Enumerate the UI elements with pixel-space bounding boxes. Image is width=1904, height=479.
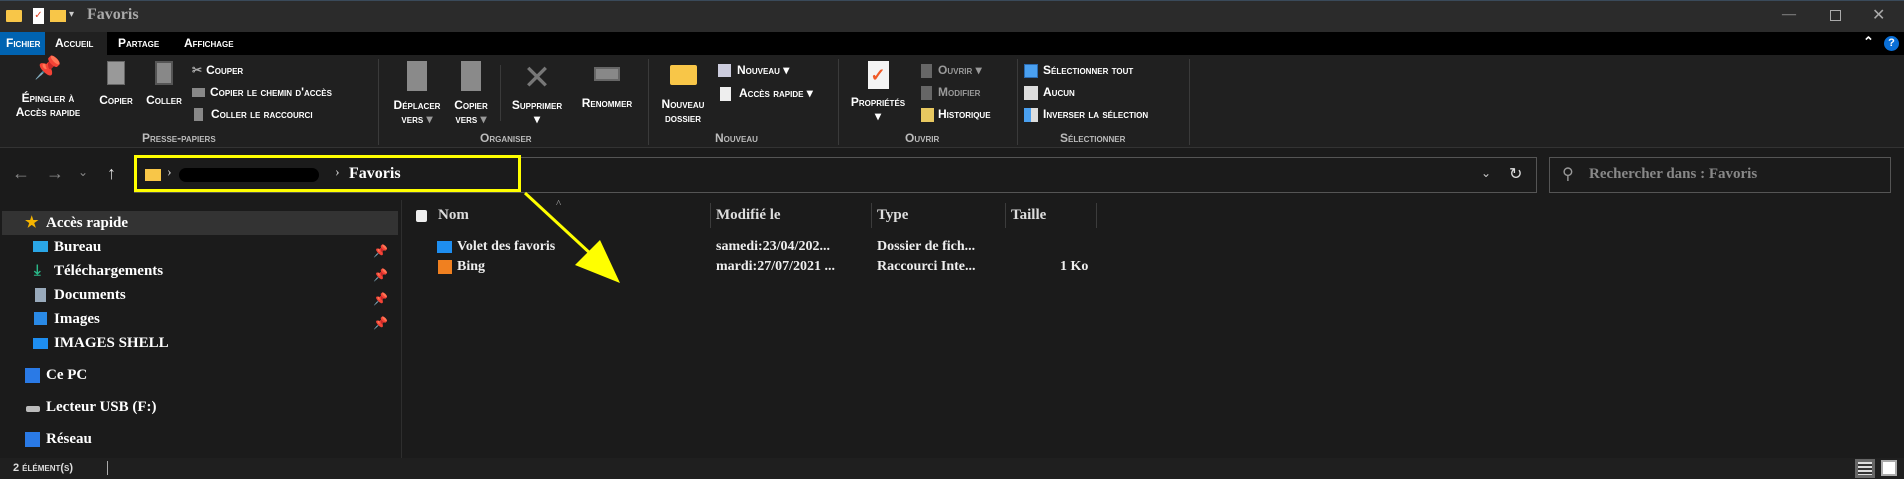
status-bar: 2 élément(s) [0,458,1904,479]
separator [107,461,108,475]
item-count: 2 élément(s) [13,462,74,474]
annotation-arrow [523,191,620,283]
details-view-button[interactable] [1855,459,1875,478]
large-icons-view-button[interactable] [1881,460,1897,476]
details-view-icon [1858,462,1872,475]
